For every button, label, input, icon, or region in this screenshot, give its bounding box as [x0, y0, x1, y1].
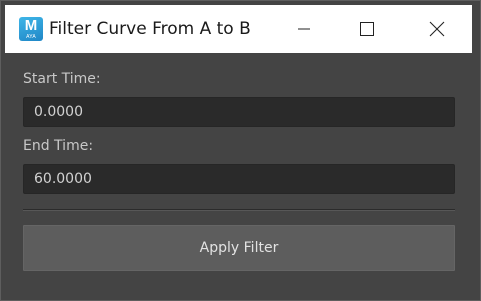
dialog-window: M AYA Filter Curve From A to B Start Tim…: [0, 0, 481, 301]
close-icon: [429, 21, 445, 37]
window-title: Filter Curve From A to B: [49, 19, 251, 39]
app-icon-letter: M: [24, 17, 38, 34]
end-time-label: End Time:: [23, 138, 94, 154]
maximize-button[interactable]: [343, 5, 391, 53]
maya-icon: M AYA: [19, 17, 43, 41]
start-time-label: Start Time:: [23, 71, 101, 87]
dialog-content: Start Time: 0.0000 End Time: 60.0000 App…: [5, 53, 472, 294]
maximize-icon: [360, 22, 374, 36]
close-button[interactable]: [413, 5, 461, 53]
app-icon-sublabel: AYA: [26, 34, 36, 40]
start-time-field[interactable]: 0.0000: [23, 97, 455, 127]
minimize-button[interactable]: [280, 5, 328, 53]
divider: [23, 209, 455, 211]
minimize-icon: [298, 28, 310, 30]
apply-filter-button[interactable]: Apply Filter: [23, 225, 455, 271]
end-time-field[interactable]: 60.0000: [23, 164, 455, 194]
title-bar[interactable]: M AYA Filter Curve From A to B: [5, 5, 472, 53]
